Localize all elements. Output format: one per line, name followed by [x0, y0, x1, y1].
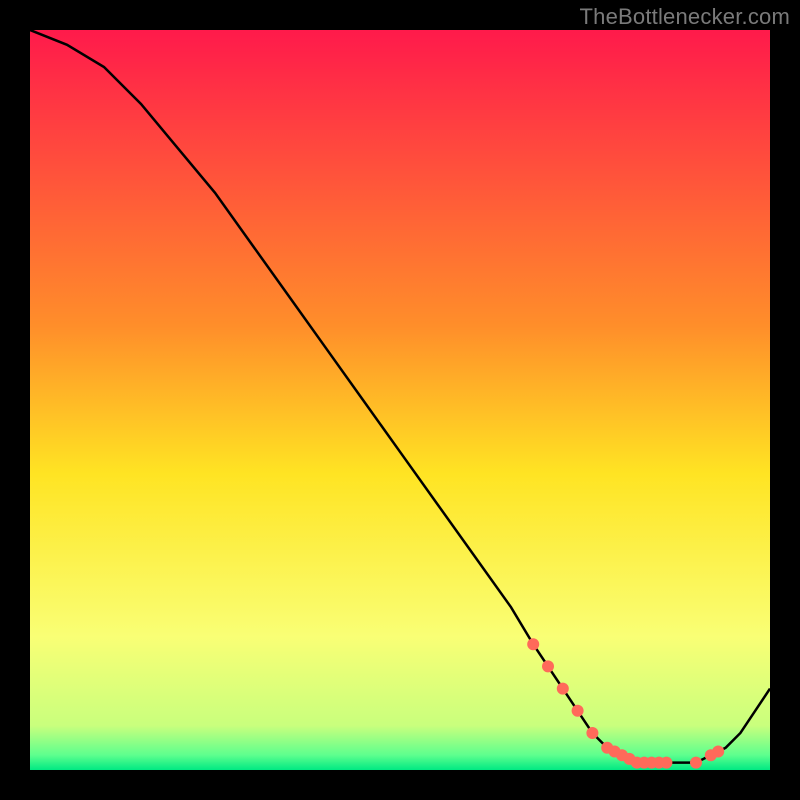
marker-point: [542, 660, 554, 672]
marker-point: [572, 705, 584, 717]
chart-frame: TheBottlenecker.com: [0, 0, 800, 800]
marker-point: [527, 638, 539, 650]
marker-point: [586, 727, 598, 739]
attribution-text: TheBottlenecker.com: [580, 4, 790, 30]
plot-area: [30, 30, 770, 770]
gradient-background: [30, 30, 770, 770]
bottleneck-chart: [30, 30, 770, 770]
marker-point: [712, 746, 724, 758]
marker-point: [557, 683, 569, 695]
marker-point: [690, 757, 702, 769]
marker-point: [660, 757, 672, 769]
